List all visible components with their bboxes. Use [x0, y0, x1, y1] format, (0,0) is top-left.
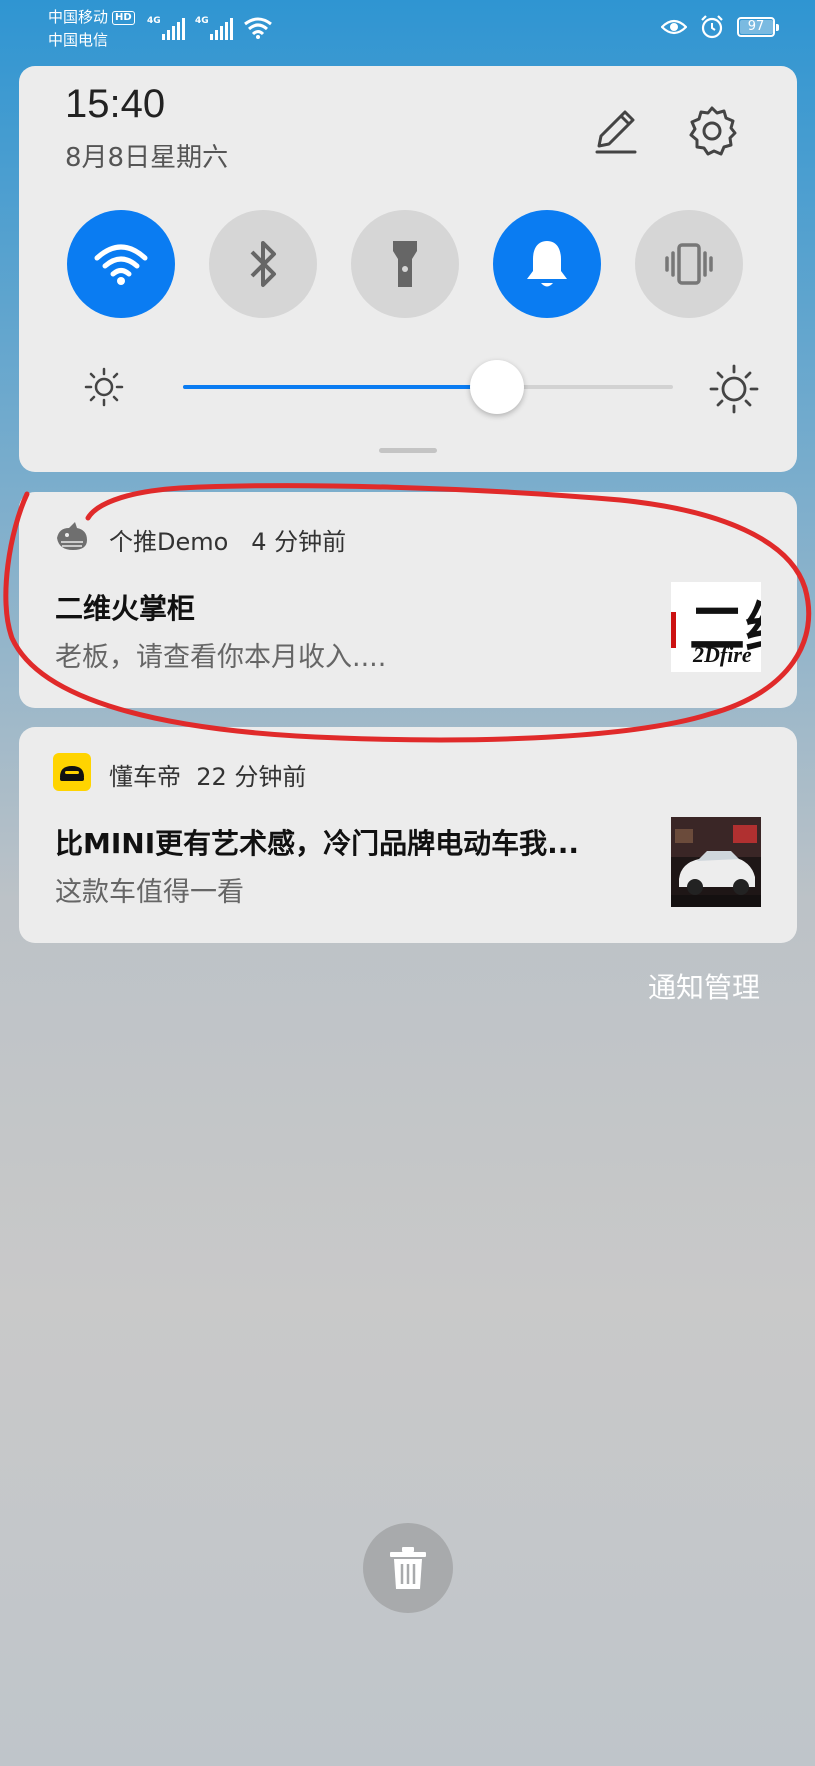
wifi-icon [94, 244, 148, 285]
carrier-2: 中国电信 [48, 31, 109, 49]
status-right-icons: 97 [661, 14, 779, 40]
flashlight-icon [393, 241, 417, 287]
signal-strength-icon: 4G [195, 16, 233, 40]
app-name-label: 个推Demo [109, 528, 229, 556]
battery-icon: 97 [737, 17, 779, 37]
notification-app-name: 个推Demo 4 分钟前 [109, 522, 346, 557]
bluetooth-toggle[interactable] [209, 210, 317, 318]
quick-settings-panel: 15:40 8月8日星期六 [19, 66, 797, 472]
quick-toggle-row [67, 210, 743, 318]
battery-level: 97 [747, 19, 765, 34]
alarm-icon [701, 15, 723, 39]
sound-toggle[interactable] [493, 210, 601, 318]
getui-app-icon [57, 522, 87, 550]
brightness-control [59, 356, 779, 416]
clock-time[interactable]: 15:40 [65, 82, 165, 127]
car-photo [671, 817, 761, 907]
notification-body: 老板，请查看你本月收入.... [55, 642, 387, 673]
notification-title: 二维火掌柜 [55, 592, 196, 625]
wifi-toggle[interactable] [67, 210, 175, 318]
notification-thumbnail: 二维 2Dfire [671, 582, 761, 672]
vibrate-icon [665, 243, 713, 285]
dongchedi-app-icon [53, 753, 91, 791]
bell-icon [527, 241, 567, 287]
network-type-label: 4G [195, 16, 209, 26]
notification-body: 这款车值得一看 [55, 877, 244, 908]
notification-thumbnail [671, 817, 761, 907]
carrier-info: 中国移动 HD 中国电信 [48, 6, 135, 52]
notification-card[interactable]: 个推Demo 4 分钟前 二维火掌柜 老板，请查看你本月收入.... 二维 2D… [19, 492, 797, 708]
signal-indicators: 4G 4G [147, 14, 273, 40]
gear-icon[interactable] [685, 104, 739, 158]
manage-notifications-link[interactable]: 通知管理 [648, 966, 760, 1006]
eye-comfort-icon [661, 19, 687, 35]
brightness-handle[interactable] [469, 360, 524, 414]
notification-time: 4 分钟前 [251, 528, 347, 556]
notification-title: 比MINI更有艺术感，冷门品牌电动车我... [55, 827, 580, 860]
hd-badge: HD [112, 11, 135, 25]
brightness-fill [183, 385, 497, 389]
notification-app-name: 懂车帝 22 分钟前 [109, 757, 306, 792]
carrier-1: 中国移动 [48, 8, 109, 26]
flashlight-toggle[interactable] [351, 210, 459, 318]
clock-date[interactable]: 8月8日星期六 [65, 137, 228, 174]
network-type-label: 4G [147, 16, 161, 26]
panel-drag-handle[interactable] [379, 448, 437, 453]
edit-icon[interactable] [587, 104, 641, 158]
wifi-status-icon [244, 17, 272, 39]
clear-all-button[interactable] [363, 1523, 453, 1613]
brightness-low-icon [84, 367, 124, 407]
brightness-high-icon [709, 364, 759, 414]
vibrate-toggle[interactable] [635, 210, 743, 318]
status-bar: 中国移动 HD 中国电信 4G 4G 97 [0, 0, 815, 60]
logo-accent [671, 612, 676, 648]
trash-icon [390, 1547, 426, 1589]
notification-time: 22 分钟前 [196, 763, 307, 791]
brightness-slider[interactable] [183, 360, 673, 414]
signal-strength-icon: 4G [147, 16, 185, 40]
notification-card[interactable]: 懂车帝 22 分钟前 比MINI更有艺术感，冷门品牌电动车我... 这款车值得一… [19, 727, 797, 943]
bluetooth-icon [250, 241, 276, 287]
app-name-label: 懂车帝 [109, 763, 181, 791]
thumb-logo-subtext: 2Dfire [693, 642, 752, 667]
